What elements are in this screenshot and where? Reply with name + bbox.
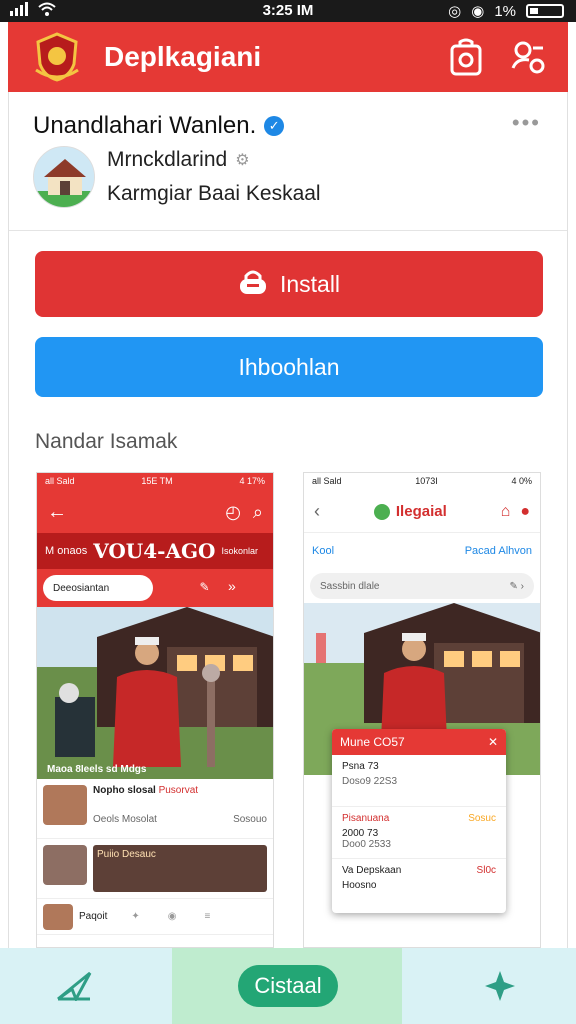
list-thumbnail bbox=[43, 903, 73, 930]
add-icon[interactable] bbox=[480, 966, 520, 1006]
divider bbox=[9, 230, 567, 231]
app-bar: Deplkagiani bbox=[8, 22, 568, 92]
popup-row-subtitle: Hoosno bbox=[342, 880, 377, 891]
list-item: Puiio Desauc bbox=[37, 839, 273, 899]
popup-row-subtitle: Doso9 22S3 bbox=[342, 776, 398, 787]
screenshot-status-left: all Sald bbox=[45, 476, 75, 486]
popup-row-title: Pisanuana bbox=[342, 813, 390, 824]
back-arrow-icon: ‹ bbox=[314, 501, 320, 521]
edit-icon: ✎ › bbox=[509, 580, 525, 592]
hero-image: Maoa 8Ieels sd Mdgs bbox=[37, 607, 273, 779]
banner-right-text: Isokonlar bbox=[221, 546, 258, 556]
bag-icon[interactable] bbox=[444, 35, 488, 79]
banner-headline: VOU4-AGO bbox=[93, 539, 216, 563]
popup-row-meta: Sosuc bbox=[468, 813, 496, 824]
popup-header: Mune CO57 ✕ bbox=[332, 729, 506, 755]
popup-row-subtitle-2: Doo0 2533 bbox=[342, 839, 391, 850]
list-item: Nopho slosal Pusorvat Oeols Mosolat Soso… bbox=[37, 779, 273, 839]
play-icon: ◉ bbox=[167, 911, 177, 922]
menu-icon: ≡ bbox=[204, 911, 211, 922]
list-item-title: Paqoit bbox=[79, 911, 108, 922]
close-icon[interactable]: ✕ bbox=[488, 735, 498, 749]
screenshot-tabs: Kool Pacad Alhvon bbox=[304, 533, 540, 569]
publisher-name: Mrnckdlarind ⚙ bbox=[107, 148, 250, 172]
list-item: Paqoit ✦ ◉ ≡ bbox=[37, 899, 273, 935]
app-logo bbox=[28, 28, 86, 86]
screenshot-search: Deeosiantan bbox=[43, 575, 153, 601]
popup-row[interactable]: Va Depskaan Sl0c Hoosno bbox=[332, 859, 506, 911]
screenshot-search: Sassbin dlale ✎ › bbox=[310, 573, 534, 599]
screenshot-status-right: 4 0% bbox=[511, 476, 532, 486]
chevron-right-icon: » bbox=[227, 577, 236, 594]
screenshot-status-right: 4 17% bbox=[239, 476, 265, 486]
edit-icon: ✎ bbox=[199, 579, 210, 594]
screenshot-status-time: 1073I bbox=[415, 476, 438, 486]
notification-icon: ● bbox=[520, 502, 530, 520]
battery-icon bbox=[526, 4, 564, 18]
screenshot-left[interactable]: all Sald 15E TM 4 17% ← ◴ ⌕ M onaos VOU4… bbox=[36, 472, 274, 948]
back-arrow-icon: ← bbox=[47, 500, 67, 523]
list-item-subtitle: Oeols Mosolat bbox=[93, 814, 157, 825]
screenshot-search-placeholder: Deeosiantan bbox=[53, 582, 110, 594]
popup-row-meta: Sl0c bbox=[476, 865, 496, 876]
bell-icon: ⌂ bbox=[500, 502, 511, 520]
popup-row[interactable]: Psna 73 Doso9 22S3 bbox=[332, 755, 506, 807]
publisher-subtitle: Karmgiar Baai Keskaal bbox=[107, 182, 321, 205]
popup-row[interactable]: Pisanuana Sosuc 2000 73 Doo0 2533 bbox=[332, 807, 506, 859]
screenshot-status-bar: all Sald 1073I 4 0% bbox=[304, 473, 540, 491]
publisher-name-text: Mrnckdlarind bbox=[107, 148, 228, 171]
install-button[interactable]: Install bbox=[35, 251, 543, 317]
battery-percent: 1% bbox=[494, 2, 516, 20]
alarm-icon: ◉ bbox=[471, 3, 485, 20]
verified-icon: ✓ bbox=[264, 116, 285, 136]
popup-row-subtitle: 2000 73 bbox=[342, 828, 379, 839]
screenshot-status-time: 15E TM bbox=[141, 476, 173, 486]
list-thumbnail bbox=[43, 785, 87, 825]
screenshot-status-left: all Sald bbox=[312, 476, 342, 486]
hero-caption: Maoa 8Ieels sd Mdgs bbox=[47, 764, 147, 775]
center-action-button[interactable]: Cistaal bbox=[238, 965, 338, 1007]
popup-row-title: Va Depskaan bbox=[342, 865, 402, 876]
tab-left: Kool bbox=[312, 545, 335, 557]
section-title: Nandar Isamak bbox=[35, 430, 178, 453]
send-icon[interactable] bbox=[54, 966, 94, 1006]
secondary-label: Ihboohlan bbox=[238, 353, 340, 380]
screenshot-header: ‹ Ilegaial ⌂ ● bbox=[304, 491, 540, 533]
screenshot-title: Ilegaial bbox=[395, 503, 447, 520]
bottom-navigation: Cistaal bbox=[0, 948, 576, 1024]
lock-icon bbox=[238, 267, 268, 301]
list-item-tag: Pusorvat bbox=[158, 785, 199, 796]
popup-title: Mune CO57 bbox=[340, 735, 405, 749]
screenshot-search-placeholder: Sassbin dlale bbox=[320, 580, 380, 592]
list-item-title: Nopho slosal bbox=[93, 785, 156, 796]
tab-right: Pacad Alhvon bbox=[464, 545, 532, 557]
secondary-button[interactable]: Ihboohlan bbox=[35, 337, 543, 397]
share-icon[interactable] bbox=[506, 35, 550, 79]
gear-icon: ⚙ bbox=[235, 152, 250, 169]
screenshot-header: ← ◴ ⌕ bbox=[37, 491, 273, 533]
search-icon: ⌕ bbox=[252, 501, 263, 522]
list-item-title: Puiio Desauc bbox=[97, 849, 156, 860]
developer-name-text: Unandlahari Wanlen. bbox=[33, 112, 257, 139]
publisher-avatar bbox=[33, 146, 95, 208]
sync-icon: ◎ bbox=[448, 3, 462, 20]
screenshot-banner: M onaos VOU4-AGO Isokonlar bbox=[37, 533, 273, 569]
popup-menu[interactable]: Mune CO57 ✕ Psna 73 Doso9 22S3 Pisanuana… bbox=[332, 729, 506, 913]
status-bar: 3:25 IM ◎ ◉ 1% bbox=[0, 0, 576, 22]
install-label: Install bbox=[279, 270, 341, 297]
clock-icon: ◴ bbox=[225, 501, 241, 522]
developer-name: Unandlahari Wanlen. ✓ bbox=[33, 112, 285, 140]
arrow-icon: ✦ bbox=[131, 911, 140, 922]
screenshot-status-bar: all Sald 15E TM 4 17% bbox=[37, 473, 273, 491]
app-title: Deplkagiani bbox=[104, 41, 262, 72]
more-options-icon[interactable]: ••• bbox=[512, 110, 541, 136]
app-mini-logo bbox=[373, 503, 390, 520]
list-item-meta: Sosouo bbox=[233, 814, 267, 825]
app-details-page: Unandlahari Wanlen. ✓ ••• Mrnckdlarind ⚙… bbox=[8, 92, 568, 948]
popup-row-title: Psna 73 bbox=[342, 761, 379, 772]
screenshot-right[interactable]: all Sald 1073I 4 0% ‹ Ilegaial ⌂ ● Kool … bbox=[303, 472, 541, 948]
list-thumbnail bbox=[43, 845, 87, 885]
banner-text: M onaos bbox=[45, 545, 88, 557]
